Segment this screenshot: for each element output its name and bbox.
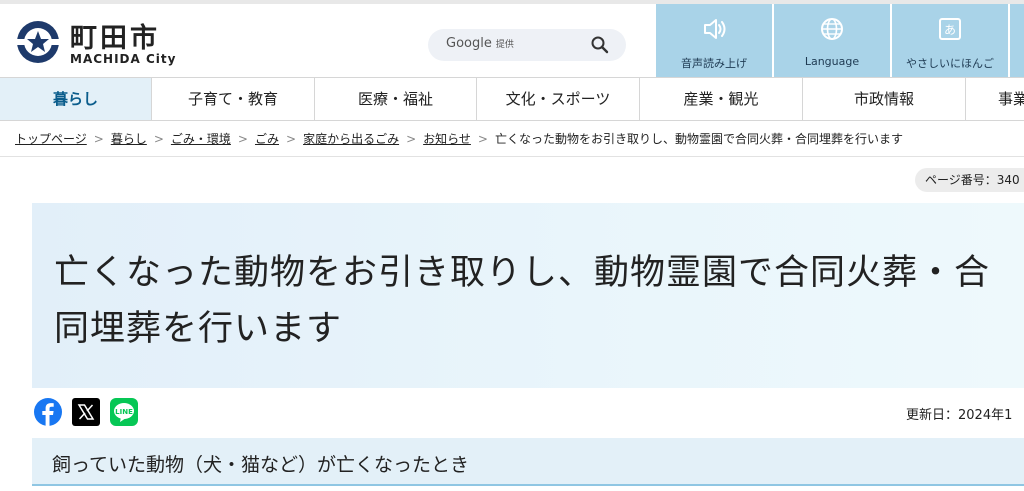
- breadcrumb: トップページ > 暮らし > ごみ・環境 > ごみ > 家庭から出るごみ > お知らせ > 亡くなった動…: [15, 130, 903, 150]
- city-emblem-icon: [16, 21, 60, 63]
- breadcrumb-link-household-waste[interactable]: 家庭から出るごみ: [303, 132, 399, 146]
- nav-item-living[interactable]: 暮らし: [0, 78, 152, 120]
- x-icon[interactable]: [72, 398, 100, 426]
- site-search[interactable]: Google 提供: [428, 29, 626, 61]
- nav-item-business[interactable]: 事業: [966, 78, 1024, 120]
- text-to-speech-label: 音声読み上げ: [681, 57, 747, 70]
- breadcrumb-separator: >: [237, 132, 248, 146]
- hiragana-glyph: あ: [944, 23, 956, 37]
- breadcrumb-link-notices[interactable]: お知らせ: [423, 132, 471, 146]
- breadcrumb-separator: >: [406, 132, 417, 146]
- logo-japanese-text: 町田市: [70, 23, 160, 54]
- line-label: LINE: [115, 408, 133, 416]
- breadcrumb-link-top[interactable]: トップページ: [15, 132, 87, 146]
- facebook-icon[interactable]: [34, 398, 62, 426]
- line-icon[interactable]: LINE: [110, 398, 138, 426]
- breadcrumb-separator: >: [477, 132, 488, 146]
- breadcrumb-separator: >: [286, 132, 297, 146]
- breadcrumb-separator: >: [93, 132, 104, 146]
- site-header: 町田市 MACHIDA City Google 提供 音声読み上げ Languag…: [0, 0, 1024, 81]
- breadcrumb-link-waste-environment[interactable]: ごみ・環境: [171, 132, 231, 146]
- breadcrumb-divider: [0, 156, 1024, 157]
- page-title-block: 亡くなった動物をお引き取りし、動物霊園で合同火葬・合同埋葬を行います: [32, 203, 1024, 388]
- text-to-speech-button[interactable]: 音声読み上げ: [655, 4, 772, 81]
- speaker-icon: [704, 19, 726, 39]
- page-number-badge: ページ番号：340: [915, 168, 1024, 192]
- search-brand: Google 提供: [446, 36, 514, 51]
- logo-english-text: MACHIDA City: [70, 52, 177, 66]
- nav-item-medical-welfare[interactable]: 医療・福祉: [315, 78, 477, 120]
- nav-item-culture-sports[interactable]: 文化・スポーツ: [477, 78, 640, 120]
- nav-item-childcare-education[interactable]: 子育て・教育: [152, 78, 315, 120]
- easy-japanese-label: やさしいにほんご: [906, 57, 994, 70]
- globe-icon: [821, 18, 843, 40]
- language-label: Language: [804, 55, 860, 68]
- global-nav: 暮らし 子育て・教育 医療・福祉 文化・スポーツ 産業・観光 市政情報 事業: [0, 77, 1024, 121]
- hiragana-a-icon: あ: [939, 18, 961, 40]
- nav-item-industry-tourism[interactable]: 産業・観光: [640, 78, 803, 120]
- easy-japanese-button[interactable]: あ やさしいにほんご: [891, 4, 1008, 81]
- search-icon[interactable]: [590, 35, 610, 55]
- site-logo[interactable]: 町田市 MACHIDA City: [14, 18, 177, 74]
- section-heading-text: 飼っていた動物（犬・猫など）が亡くなったとき: [52, 454, 470, 476]
- breadcrumb-link-waste[interactable]: ごみ: [255, 132, 279, 146]
- nav-item-city-administration[interactable]: 市政情報: [803, 78, 966, 120]
- utility-overflow[interactable]: [1009, 4, 1024, 81]
- breadcrumb-separator: >: [153, 132, 164, 146]
- page-title: 亡くなった動物をお引き取りし、動物霊園で合同火葬・合同埋葬を行います: [54, 253, 991, 349]
- breadcrumb-current: 亡くなった動物をお引き取りし、動物霊園で合同火葬・合同埋葬を行います: [494, 132, 903, 146]
- breadcrumb-link-living[interactable]: 暮らし: [111, 132, 147, 146]
- language-button[interactable]: Language: [773, 4, 890, 81]
- section-heading: 飼っていた動物（犬・猫など）が亡くなったとき: [32, 438, 1024, 486]
- updated-date: 更新日：2024年1: [906, 408, 1013, 423]
